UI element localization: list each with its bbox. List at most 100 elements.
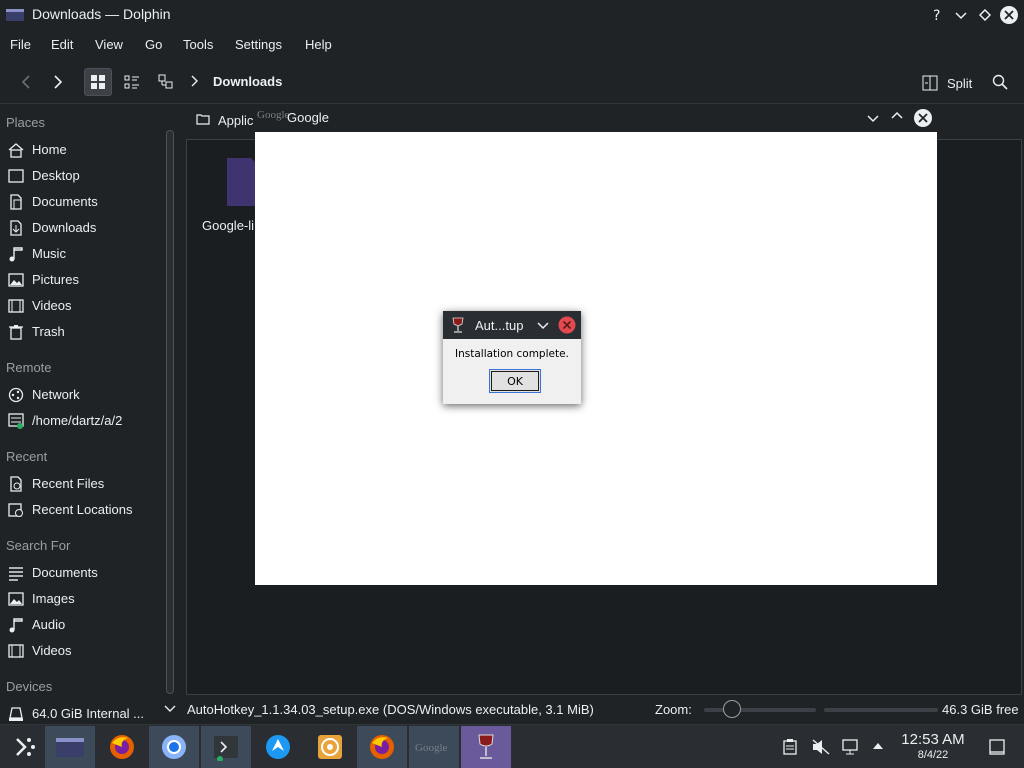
menu-settings[interactable]: Settings [235,37,282,52]
google-maximize-button[interactable] [891,110,903,122]
music-icon [8,246,24,262]
sidebar-item-desktop[interactable]: Desktop [0,163,162,189]
split-icon [922,75,938,91]
task-google[interactable]: Google [409,726,459,768]
dialog-body: Installation complete. OK [443,339,581,404]
network-share-icon [8,413,24,429]
clock-time[interactable]: 12:53 AM [892,731,974,748]
documents-icon [8,194,24,210]
sidebar-item-label: Recent Locations [32,502,133,517]
dialog-titlebar[interactable]: Aut...tup [443,311,581,339]
sidebar-item-network[interactable]: Network [0,382,162,408]
sidebar-scrollbar[interactable] [166,130,174,694]
sidebar-item-search-images[interactable]: Images [0,586,162,612]
task-konsole[interactable] [201,726,251,768]
task-firefox[interactable] [97,726,147,768]
google-minimize-button[interactable] [867,112,879,124]
icons-view-button[interactable] [84,68,112,96]
close-button[interactable] [998,4,1020,26]
window-titlebar[interactable]: Downloads — Dolphin ? [0,0,1024,30]
sidebar-item-videos[interactable]: Videos [0,293,162,319]
recent-header: Recent [6,449,48,464]
wine-glass-icon [451,317,465,333]
menu-edit[interactable]: Edit [51,37,73,52]
menu-tools[interactable]: Tools [183,37,213,52]
menu-file[interactable]: File [10,37,31,52]
sidebar-item-search-audio[interactable]: Audio [0,612,162,638]
swirl-app-icon [318,735,342,759]
places-header: Places [6,115,46,130]
show-desktop-icon[interactable] [989,739,1005,755]
sidebar-item-music[interactable]: Music [0,241,162,267]
split-button[interactable]: Split [922,72,982,94]
remote-header: Remote [6,360,52,375]
dialog-close-button[interactable] [558,316,576,334]
breadcrumb-chevron-icon [190,75,200,87]
forward-button[interactable] [44,68,72,96]
sidebar-item-recent-files[interactable]: Recent Files [0,471,162,497]
menu-go[interactable]: Go [145,37,162,52]
zoom-slider-handle[interactable] [722,700,741,718]
breadcrumb-downloads[interactable]: Downloads [213,74,282,89]
ok-button[interactable]: OK [489,369,541,393]
task-discover[interactable] [253,726,303,768]
help-icon[interactable]: ? [926,4,948,26]
sidebar-item-label: Documents [32,565,98,580]
sidebar-item-documents[interactable]: Documents [0,189,162,215]
zoom-label: Zoom: [655,702,692,717]
home-icon [8,142,24,158]
recent-files-icon [8,476,24,492]
downloads-icon [8,220,24,236]
toolbar: Downloads Split [0,58,1024,104]
zoom-slider[interactable] [704,708,816,712]
wine-glass-icon [478,734,494,759]
trash-icon [8,324,24,340]
sidebar-item-label: Recent Files [32,476,105,491]
network-status-icon[interactable] [842,739,860,755]
sidebar-item-label: Audio [32,617,66,632]
google-window[interactable]: Google Google [255,104,937,585]
statusbar: AutoHotkey_1.1.34.03_setup.exe (DOS/Wind… [162,696,1024,724]
sidebar-item-label: Trash [32,324,65,339]
dialog-minimize-button[interactable] [537,320,549,332]
sidebar-item-downloads[interactable]: Downloads [0,215,162,241]
dialog-title: Aut...tup [475,318,524,333]
sidebar-item-search-documents[interactable]: Documents [0,560,162,586]
task-firefox-2[interactable] [357,726,407,768]
minimize-button[interactable] [950,4,972,26]
sidebar-item-home[interactable]: Home [0,137,162,163]
autohotkey-setup-dialog[interactable]: Aut...tup Installation complete. OK [443,311,581,404]
sidebar-item-trash[interactable]: Trash [0,319,162,345]
volume-muted-icon[interactable] [812,739,830,755]
task-chromium[interactable] [149,726,199,768]
google-icon: Google [415,742,448,754]
application-launcher-button[interactable] [0,726,50,768]
menu-view[interactable]: View [95,37,123,52]
sidebar-item-recent-locations[interactable]: Recent Locations [0,497,162,523]
documents-search-icon [8,565,24,581]
sidebar-item-search-videos[interactable]: Videos [0,638,162,664]
task-wine[interactable] [461,726,511,768]
drive-icon [8,706,24,722]
task-dolphin[interactable] [45,726,95,768]
sidebar-item-pictures[interactable]: Pictures [0,267,162,293]
maximize-button[interactable] [974,4,996,26]
search-button[interactable] [986,68,1014,96]
videos-search-icon [8,643,24,659]
clock-date[interactable]: 8/4/22 [892,749,974,761]
task-brave[interactable] [305,726,355,768]
free-space-label: 46.3 GiB free [942,702,1019,717]
back-button[interactable] [12,68,40,96]
system-tray-expand-icon[interactable] [872,742,884,750]
view-header-label[interactable]: Applic [218,113,253,128]
sidebar-item-label: Desktop [32,168,80,183]
google-close-button[interactable] [913,108,933,128]
status-chevron-icon[interactable] [164,704,176,714]
google-window-titlebar[interactable]: Google Google [255,104,937,132]
folder-icon [196,113,210,125]
sidebar-item-network-share[interactable]: /home/dartz/a/2 [0,408,162,434]
compact-view-button[interactable] [118,68,146,96]
details-view-button[interactable] [152,68,180,96]
clipboard-icon[interactable] [782,739,798,755]
menu-help[interactable]: Help [305,37,332,52]
